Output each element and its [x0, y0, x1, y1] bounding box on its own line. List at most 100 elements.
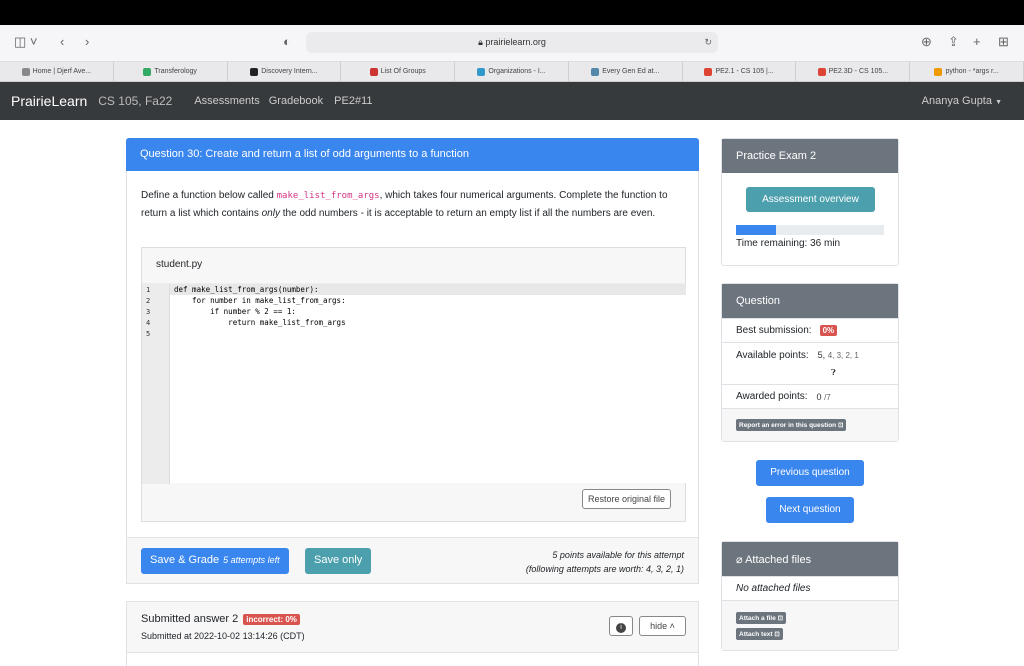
- qtext-c: the odd numbers - it is acceptable to re…: [279, 208, 656, 219]
- browser-tab[interactable]: Every Gen Ed at...: [569, 62, 683, 81]
- attach-text-label: Attach text: [739, 630, 773, 638]
- assessment-overview-button[interactable]: Assessment overview: [746, 187, 875, 212]
- awarded-total: /7: [824, 392, 831, 402]
- restore-button[interactable]: Restore original file: [581, 489, 671, 509]
- hide-label: hide: [650, 621, 668, 631]
- points-line-1: 5 points available for this attempt: [552, 550, 684, 560]
- browser-tab[interactable]: Discovery Intern...: [228, 62, 342, 81]
- browser-tab[interactable]: PE2.3D - CS 105...: [796, 62, 911, 81]
- browser-tab[interactable]: Transferology: [114, 62, 228, 81]
- line-number: 3: [146, 308, 151, 316]
- nav-assessments[interactable]: Assessments: [194, 95, 259, 107]
- submission-panel: Submitted answer 2 incorrect: 0% Submitte…: [126, 601, 699, 666]
- download-icon[interactable]: ⊕: [921, 35, 932, 49]
- question-info-title: Question: [722, 284, 898, 318]
- tab-favicon-icon: [477, 67, 486, 76]
- attempts-left: 5 attempts left: [223, 555, 280, 565]
- browser-tab[interactable]: python - *args r...: [910, 62, 1024, 81]
- best-badge: 0%: [819, 325, 838, 336]
- url-text: prairielearn.org: [485, 37, 546, 47]
- browser-toolbar: ◫ ˅ ‹ › ◐ 🔒︎ prairielearn.org ↻ ⊕ ⇪ + ⊞: [0, 25, 1024, 62]
- user-menu[interactable]: Ananya Gupta ▼: [922, 95, 1002, 107]
- nav-pe2[interactable]: PE2#11: [334, 95, 372, 107]
- submission-title: Submitted answer 2 incorrect: 0%: [141, 613, 300, 625]
- hide-button[interactable]: hide ˄: [639, 616, 686, 636]
- tab-favicon-icon: [817, 67, 826, 76]
- question-text: Define a function below called make_list…: [141, 187, 686, 222]
- no-files-text: No attached files: [722, 576, 898, 600]
- browser-tab[interactable]: Home | Djerf Ave...: [0, 62, 114, 81]
- shield-icon[interactable]: ◐: [283, 35, 291, 49]
- points-info: 5 points available for this attempt (foll…: [526, 548, 684, 576]
- tab-label: List Of Groups: [380, 68, 426, 75]
- tab-label: PE2.3D - CS 105...: [828, 68, 889, 75]
- browser-tab[interactable]: Organizations - I...: [455, 62, 569, 81]
- course-link[interactable]: CS 105, Fa22: [98, 94, 172, 108]
- help-icon[interactable]: ❓︎: [736, 368, 884, 378]
- tab-label: PE2.1 - CS 105 |...: [715, 68, 774, 75]
- code-line: def make_list_from_args(number):: [174, 285, 319, 294]
- line-number: 1: [146, 286, 151, 294]
- available-label: Available points:: [736, 350, 809, 361]
- tab-favicon-icon: [934, 67, 943, 76]
- report-error-button[interactable]: Report an error in this question ⊡: [736, 419, 847, 431]
- previous-question-button[interactable]: Previous question: [756, 460, 864, 486]
- attached-files-card: ⌀ Attached files No attached files Attac…: [721, 541, 899, 651]
- sidebar-icon[interactable]: ◫ ˅: [14, 35, 38, 49]
- time-remaining: Time remaining: 36 min: [736, 238, 841, 249]
- code-line: for number in make_list_from_args:: [174, 296, 346, 305]
- line-number: 4: [146, 319, 151, 327]
- file-name: student.py: [156, 259, 203, 270]
- line-number: 5: [146, 330, 151, 338]
- save-grade-label: Save & Grade: [150, 554, 220, 566]
- submission-title-text: Submitted answer 2: [141, 613, 239, 625]
- save-grade-button[interactable]: Save & Grade 5 attempts left: [141, 548, 289, 574]
- func-name: make_list_from_args: [276, 191, 380, 201]
- awarded-value: 0: [816, 391, 822, 402]
- address-bar[interactable]: 🔒︎ prairielearn.org ↻: [306, 32, 718, 53]
- paperclip-icon: ⌀: [736, 554, 746, 566]
- tab-bar: Home | Djerf Ave... Transferology Discover…: [0, 62, 1024, 82]
- code-editor[interactable]: 1 def make_list_from_args(number): 2 for n…: [142, 283, 686, 484]
- status-badge: incorrect: 0%: [243, 614, 300, 625]
- nav-gradebook[interactable]: Gradebook: [269, 95, 323, 107]
- attach-file-button[interactable]: Attach a file ⊡: [736, 611, 787, 624]
- browser-tab[interactable]: PE2.1 - CS 105 |...: [683, 62, 797, 81]
- info-button[interactable]: i: [609, 616, 633, 636]
- submission-date: Submitted at 2022-10-02 13:14:26 (CDT): [141, 631, 305, 641]
- new-tab-icon[interactable]: +: [973, 35, 981, 49]
- reload-icon[interactable]: ↻: [704, 32, 712, 53]
- attach-text-button[interactable]: Attach text ⊡: [736, 627, 783, 640]
- attach-actions: Attach a file ⊡ Attach text ⊡: [722, 600, 898, 650]
- tab-overview-icon[interactable]: ⊞: [998, 35, 1009, 49]
- qtext-a: Define a function below called: [141, 190, 277, 201]
- share-icon[interactable]: ⇪: [948, 35, 959, 49]
- next-question-button[interactable]: Next question: [766, 497, 854, 523]
- save-only-button[interactable]: Save only: [305, 548, 372, 574]
- available-first: 5,: [817, 350, 826, 360]
- brand-link[interactable]: PrairieLearn: [11, 93, 87, 109]
- tab-favicon-icon: [591, 67, 600, 76]
- question-title: Question 30: Create and return a list of…: [126, 138, 699, 171]
- question-info-card: Question Best submission: 0% Available po…: [721, 283, 899, 442]
- user-name: Ananya Gupta: [921, 95, 992, 107]
- awarded-label: Awarded points:: [736, 391, 808, 402]
- attached-files-label: Attached files: [745, 554, 812, 566]
- tab-favicon-icon: [250, 67, 259, 76]
- points-line-2: (following attempts are worth: 4, 3, 2, …: [525, 564, 684, 574]
- attach-file-label: Attach a file: [739, 614, 776, 622]
- awarded-points-row: Awarded points: 0 /7: [722, 384, 898, 408]
- forward-icon[interactable]: ›: [85, 35, 89, 49]
- line-number: 2: [146, 297, 151, 305]
- tab-favicon-icon: [143, 67, 152, 76]
- browser-tab[interactable]: List Of Groups: [341, 62, 456, 81]
- file-editor-panel: student.py 1 def make_list_from_args(numb…: [141, 247, 686, 522]
- tab-label: Transferology: [154, 68, 197, 75]
- awarded-values: 0 /7: [817, 392, 831, 402]
- tab-label: Organizations - I...: [488, 68, 546, 75]
- tab-favicon-icon: [704, 67, 713, 76]
- qtext-only: only: [261, 208, 280, 219]
- tab-favicon-icon: [21, 67, 30, 76]
- tab-label: python - *args r...: [945, 68, 999, 75]
- back-icon[interactable]: ‹: [60, 35, 64, 49]
